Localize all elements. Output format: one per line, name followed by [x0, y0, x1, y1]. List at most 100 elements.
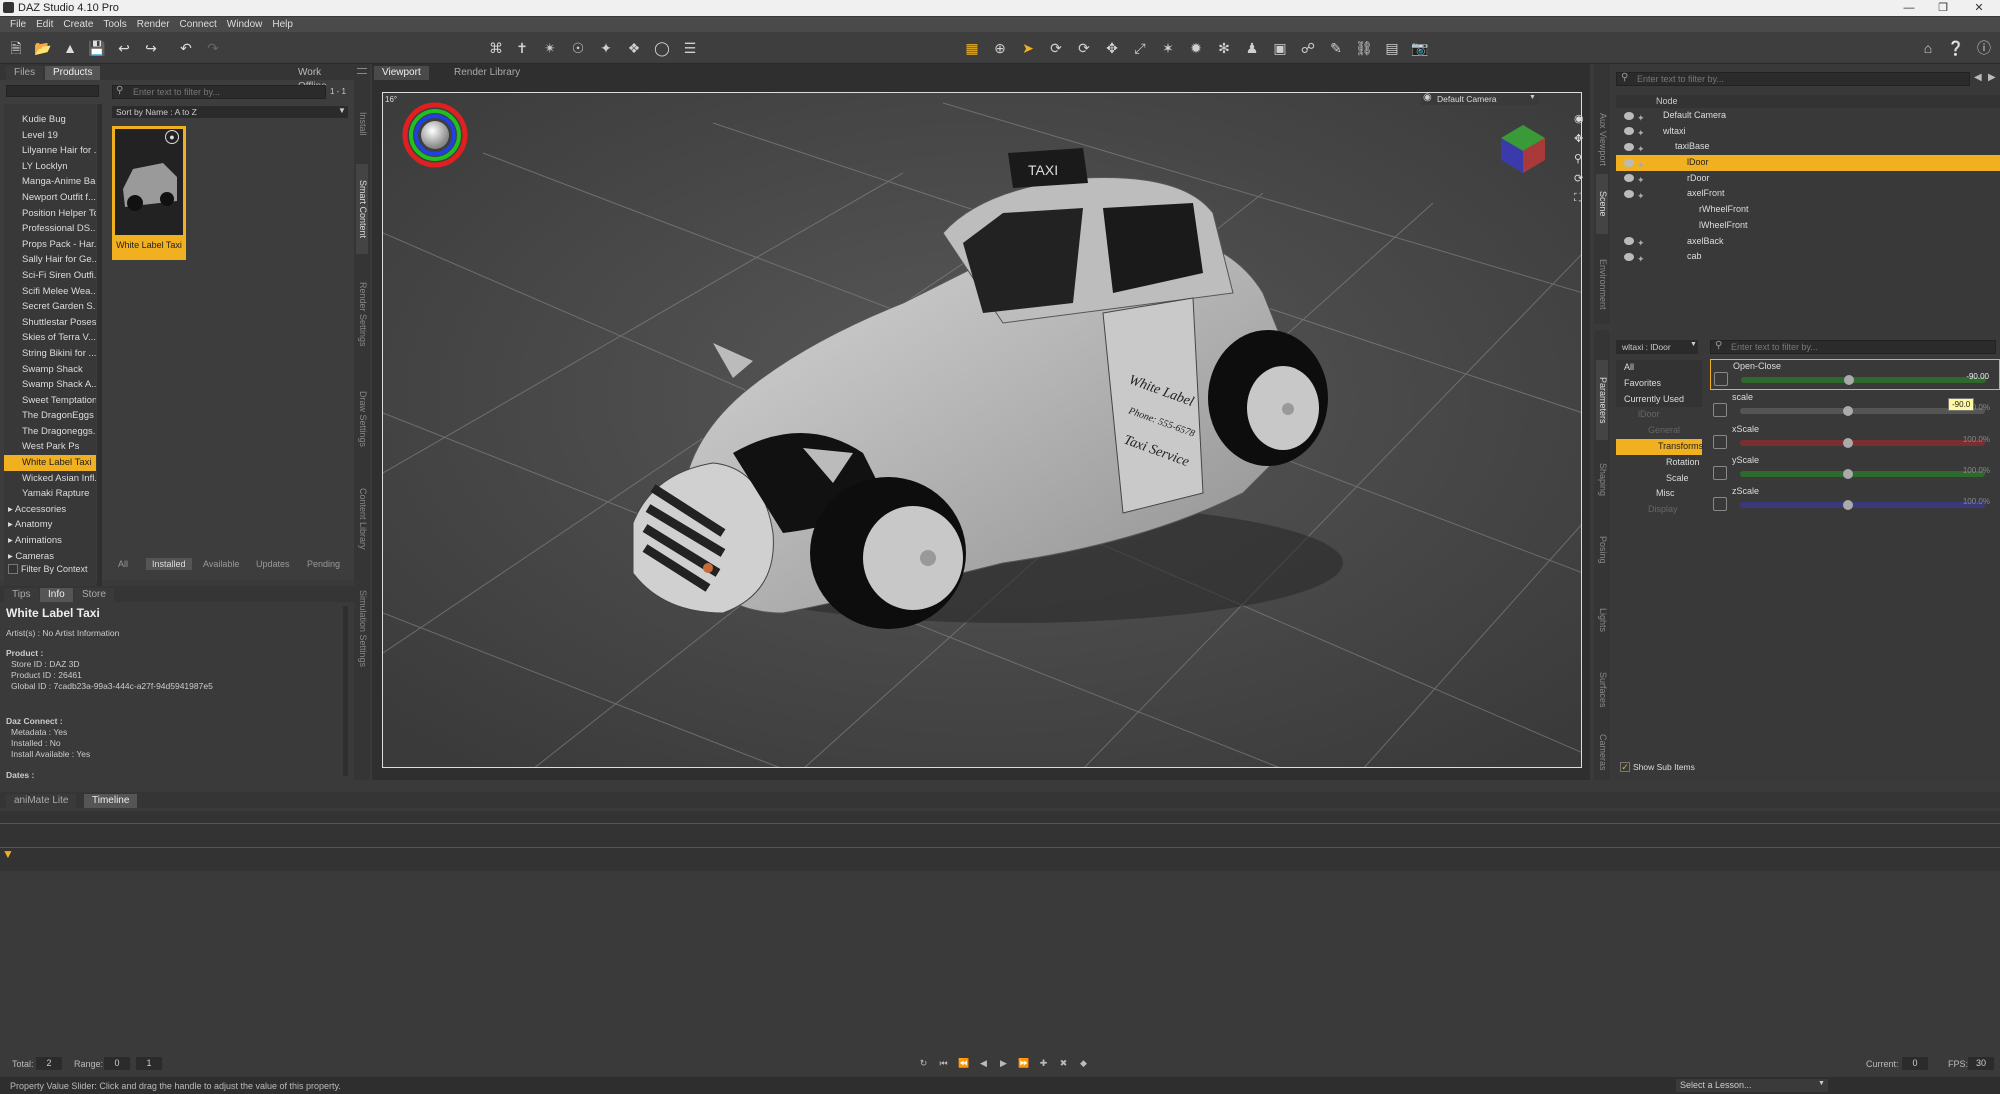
scene-menu-icon[interactable]: ▶	[1988, 72, 1996, 83]
list-item[interactable]: String Bikini for ...	[4, 346, 96, 362]
scene-node[interactable]: ✦ axelBack	[1616, 234, 2000, 250]
list-item[interactable]: West Park Ps	[4, 439, 96, 455]
play-icon[interactable]: ▶	[998, 1058, 1009, 1069]
show-sub-items-checkbox[interactable]: ✓	[1620, 762, 1630, 772]
world-grid-icon[interactable]: ▦	[960, 37, 984, 59]
whats-this-icon[interactable]: ❔	[1944, 37, 1968, 59]
node-select[interactable]: wltaxi : lDoor	[1616, 340, 1698, 354]
list-item[interactable]: Props Pack - Har...	[4, 237, 96, 253]
tab-all[interactable]: All	[112, 558, 134, 570]
scene-node[interactable]: ✦ taxiBase	[1616, 139, 2000, 155]
vtab-scene[interactable]: Scene	[1596, 174, 1608, 234]
export-tool-icon[interactable]: ▤	[1380, 37, 1404, 59]
property-zscale[interactable]: zScale 100.0%	[1710, 485, 2000, 516]
slider-handle[interactable]	[1843, 500, 1853, 510]
tab-available[interactable]: Available	[197, 558, 245, 570]
category-accessories[interactable]: ▸ Accessories	[4, 502, 96, 518]
parameter-filter-input[interactable]: Enter text to filter by...	[1710, 340, 1996, 354]
camera-rig-icon[interactable]: ⌘	[484, 37, 508, 59]
scene-node[interactable]: ✦ Default Camera	[1616, 108, 2000, 124]
scene-node[interactable]: ✦ rDoor	[1616, 171, 2000, 187]
step-back-icon[interactable]: ◀	[978, 1058, 989, 1069]
visibility-icon[interactable]	[1624, 127, 1634, 136]
tab-animate-lite[interactable]: aniMate Lite	[6, 794, 77, 808]
pose-icon[interactable]: ✦	[1637, 142, 1647, 154]
merge-icon[interactable]: ▲	[60, 38, 80, 58]
tab-tips[interactable]: Tips	[4, 588, 39, 602]
add-key-icon[interactable]: ✚	[1038, 1058, 1049, 1069]
help-icon[interactable]: ⓘ	[1972, 37, 1996, 59]
menu-edit[interactable]: Edit	[36, 17, 53, 30]
vtab-surfaces[interactable]: Surfaces	[1596, 660, 1608, 720]
property-reset-icon[interactable]	[1713, 466, 1727, 480]
menu-render[interactable]: Render	[137, 17, 170, 30]
tree-all[interactable]: All	[1616, 360, 1702, 376]
list-item[interactable]: Skies of Terra V...	[4, 330, 96, 346]
tree-transforms[interactable]: Transforms	[1616, 438, 1703, 455]
property-value[interactable]: 100.0%	[1963, 435, 1990, 444]
filter-by-context-checkbox[interactable]	[8, 564, 18, 574]
pose-icon[interactable]: ✦	[1637, 189, 1647, 201]
property-track[interactable]	[1741, 377, 1986, 383]
open-folder-icon[interactable]: 📂	[33, 38, 53, 58]
tab-products[interactable]: Products	[45, 66, 101, 80]
vtab-parameters[interactable]: Parameters	[1596, 360, 1608, 440]
property-reset-icon[interactable]	[1714, 372, 1728, 386]
geometry-editor-icon[interactable]: ✹	[1184, 37, 1208, 59]
fps-input[interactable]: 30	[1968, 1057, 1994, 1070]
tab-info[interactable]: Info	[40, 588, 73, 602]
list-item-selected[interactable]: White Label Taxi	[4, 455, 96, 471]
property-reset-icon[interactable]	[1713, 497, 1727, 511]
pose-icon[interactable]: ✦	[1637, 236, 1647, 248]
node-weight-brush-icon[interactable]: ✶	[1156, 37, 1180, 59]
region-nav-icon[interactable]: ☉	[566, 37, 590, 59]
list-item[interactable]: Scifi Melee Wea...	[4, 284, 96, 300]
frame-icon[interactable]: ⛶	[1574, 192, 1588, 212]
loop-icon[interactable]: ↻	[918, 1058, 929, 1069]
maximize-button[interactable]: ❐	[1926, 0, 1960, 16]
pose-icon[interactable]: ✦	[1637, 126, 1647, 138]
list-item[interactable]: Kudie Bug	[4, 112, 96, 128]
vtab-shaping[interactable]: Shaping	[1596, 450, 1608, 510]
timeline-track[interactable]: ▼	[0, 811, 2000, 871]
product-card[interactable]: ● White Label Taxi	[112, 126, 186, 260]
range-end-input[interactable]: 1	[136, 1057, 162, 1070]
property-value[interactable]: -90.00	[1966, 372, 1989, 381]
panel-menu-icon[interactable]	[357, 68, 367, 74]
slider-handle[interactable]	[1843, 469, 1853, 479]
menu-help[interactable]: Help	[272, 17, 293, 30]
scene-list-icon[interactable]: ☰	[678, 37, 702, 59]
tree-display[interactable]: Display	[1616, 502, 1702, 518]
list-item[interactable]: Swamp Shack A...	[4, 377, 96, 393]
list-item[interactable]: Wicked Asian Infl...	[4, 471, 96, 487]
tab-updates[interactable]: Updates	[250, 558, 296, 570]
visibility-icon[interactable]	[1624, 190, 1634, 199]
slider-handle[interactable]	[1843, 406, 1853, 416]
slider-handle[interactable]	[1843, 438, 1853, 448]
property-value[interactable]: 100.0%	[1963, 466, 1990, 475]
home-icon[interactable]: ⌂	[1916, 37, 1940, 59]
property-yscale[interactable]: yScale 100.0%	[1710, 454, 2000, 485]
step-forward-icon[interactable]: ⏩	[1018, 1058, 1029, 1069]
menu-connect[interactable]: Connect	[180, 17, 217, 30]
list-item[interactable]: Yamaki Rapture	[4, 486, 96, 502]
current-frame-input[interactable]: 0	[1902, 1057, 1928, 1070]
product-filter-input[interactable]: Enter text to filter by...	[112, 85, 326, 99]
pose-icon[interactable]: ✦	[1637, 111, 1647, 123]
pointer-tool-icon[interactable]: ➤	[1016, 37, 1040, 59]
property-value[interactable]: 100.0%	[1963, 497, 1990, 506]
tree-favorites[interactable]: Favorites	[1616, 375, 1702, 392]
list-item[interactable]: Sci-Fi Siren Outfi...	[4, 268, 96, 284]
menu-tools[interactable]: Tools	[103, 17, 126, 30]
playhead-icon[interactable]: ▼	[2, 847, 14, 861]
minimize-button[interactable]: —	[1892, 0, 1926, 16]
list-item[interactable]: LY Locklyn	[4, 159, 96, 175]
scene-node[interactable]: ✦lWheelFront	[1616, 218, 2000, 234]
edit-tool-icon[interactable]: ✎	[1324, 37, 1348, 59]
tree-currently-used[interactable]: Currently Used	[1616, 391, 1702, 408]
undo-icon[interactable]: ↶	[176, 38, 196, 58]
eye-view-icon[interactable]: ◉	[1574, 112, 1588, 132]
tree-node[interactable]: lDoor	[1616, 407, 1702, 423]
export-icon[interactable]: ↪	[141, 38, 161, 58]
power-pose-icon[interactable]: ✦	[594, 37, 618, 59]
